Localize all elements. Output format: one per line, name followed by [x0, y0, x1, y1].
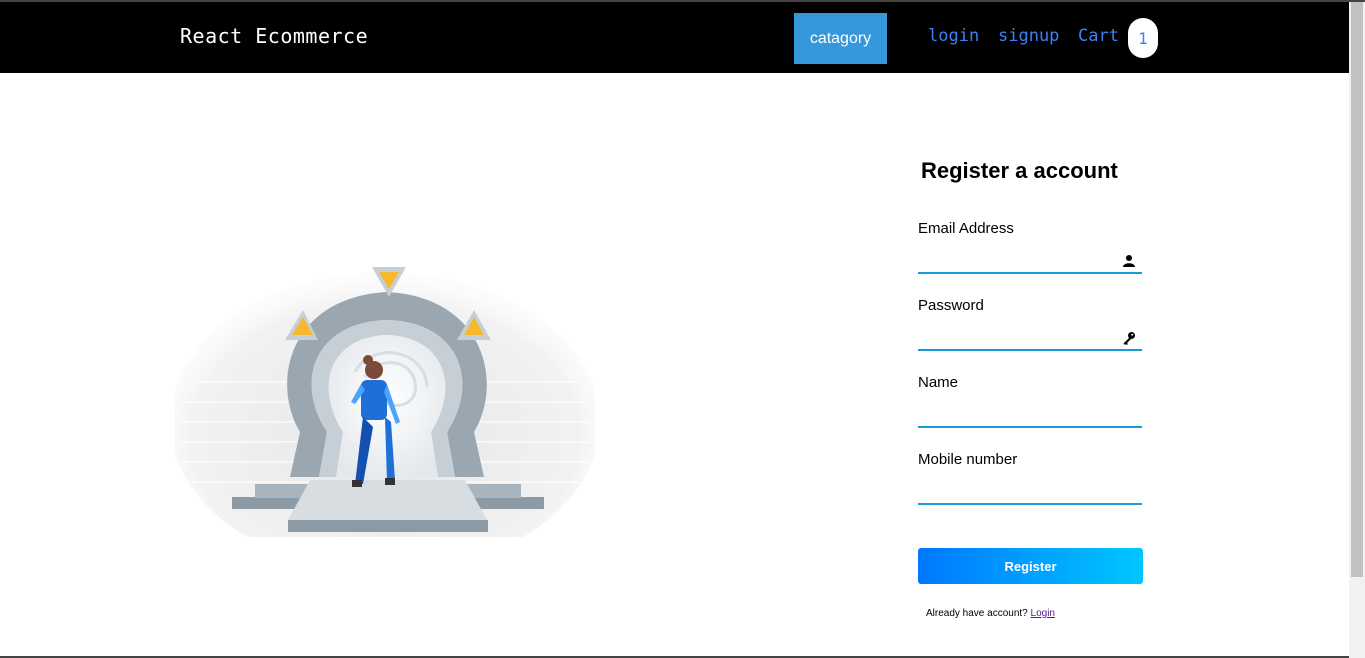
cart-count-badge[interactable]: 1: [1128, 18, 1158, 58]
nav-cart-link[interactable]: Cart: [1078, 26, 1119, 46]
nav-login-link[interactable]: login: [928, 26, 979, 46]
mobile-label: Mobile number: [918, 451, 1018, 468]
mobile-field[interactable]: [918, 479, 1142, 505]
password-input[interactable]: [918, 325, 1118, 349]
category-button[interactable]: catagory: [794, 13, 887, 64]
already-account-text: Already have account? Login: [926, 608, 1055, 619]
vertical-scrollbar[interactable]: [1349, 2, 1365, 658]
navbar: React Ecommerce catagory login signup Ca…: [0, 2, 1349, 73]
already-account-label: Already have account?: [926, 608, 1028, 619]
email-field[interactable]: [918, 248, 1142, 274]
password-field[interactable]: [918, 325, 1142, 351]
nav-signup-link[interactable]: signup: [998, 26, 1059, 46]
user-icon: [1123, 255, 1135, 267]
mobile-input[interactable]: [918, 479, 1118, 503]
brand-title[interactable]: React Ecommerce: [180, 24, 368, 48]
name-label: Name: [918, 374, 959, 391]
scrollbar-thumb[interactable]: [1351, 2, 1363, 577]
email-input[interactable]: [918, 248, 1118, 272]
register-button[interactable]: Register: [918, 548, 1143, 584]
email-label: Email Address: [918, 220, 1014, 237]
login-link[interactable]: Login: [1031, 608, 1055, 619]
name-field[interactable]: [918, 402, 1142, 428]
form-title: Register a account: [921, 158, 1118, 183]
portal-illustration: [175, 267, 595, 537]
key-icon: [1123, 332, 1135, 345]
name-input[interactable]: [918, 402, 1118, 426]
page-frame: React Ecommerce catagory login signup Ca…: [0, 0, 1365, 658]
password-label: Password: [918, 297, 984, 314]
